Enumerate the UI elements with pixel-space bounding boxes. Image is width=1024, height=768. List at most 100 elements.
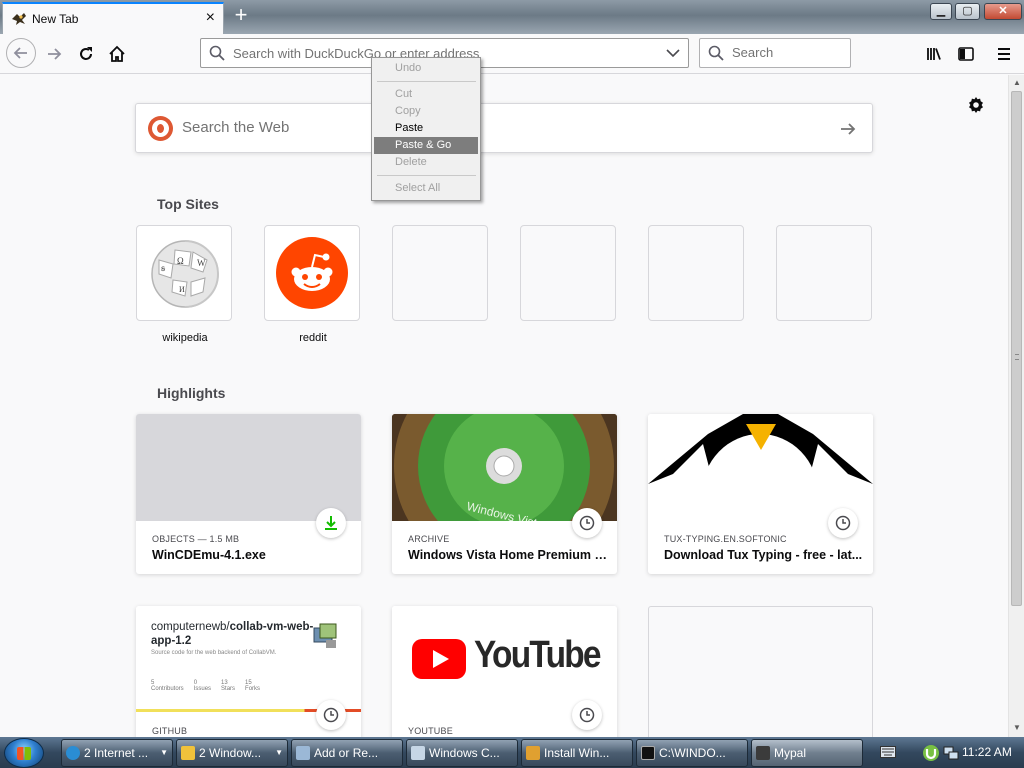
new-tab-button[interactable]: +: [230, 4, 252, 27]
dvd-disc-image: Windows Vista: [392, 414, 617, 521]
taskbar-item-mypal[interactable]: Mypal: [751, 739, 863, 767]
back-arrow-icon: [13, 47, 27, 59]
highlight-card[interactable]: TUX-TYPING.EN.SOFTONIC Download Tux Typi…: [648, 414, 873, 574]
search-input[interactable]: [732, 45, 842, 60]
highlight-card[interactable]: Windows Vista ARCHIVE Windows Vista Home…: [392, 414, 617, 574]
clock-icon: [579, 707, 595, 723]
menu-item-undo: Undo: [395, 62, 422, 74]
top-site-placeholder[interactable]: [776, 225, 872, 321]
arrow-right-icon[interactable]: [838, 119, 858, 139]
duckduckgo-logo-icon: [148, 116, 173, 141]
card-thumbnail: Windows Vista: [392, 414, 617, 521]
card-title: Download Tux Typing - free - lat...: [664, 548, 863, 562]
chevron-down-icon[interactable]: [666, 47, 680, 59]
forward-arrow-icon: [48, 48, 62, 60]
menu-item-cut: Cut: [395, 88, 413, 100]
mypal-favicon-icon: [12, 13, 26, 25]
minimize-window-button[interactable]: ▁: [930, 3, 952, 20]
card-context: OBJECTS — 1.5 MB: [152, 534, 240, 544]
card-badge: [572, 700, 602, 730]
library-button[interactable]: [920, 40, 948, 68]
title-bar: New Tab × + ▁ ▢ ✕: [0, 0, 1024, 34]
highlight-placeholder: [648, 606, 873, 737]
repo-description: Source code for the web backend of Colla…: [151, 650, 277, 656]
library-icon: [927, 48, 941, 60]
menu-item-copy: Copy: [395, 105, 421, 117]
highlight-card[interactable]: computernewb/collab-vm-web-app-1.2 Sourc…: [136, 606, 361, 737]
search-icon: [708, 45, 724, 61]
top-sites-heading: Top Sites: [157, 196, 219, 212]
clock-icon: [579, 515, 595, 531]
mypal-icon: [756, 746, 770, 760]
scroll-up-icon[interactable]: ▲: [1012, 78, 1022, 88]
scrollbar-thumb[interactable]: [1011, 91, 1022, 606]
card-context: TUX-TYPING.EN.SOFTONIC: [664, 534, 787, 544]
navigation-toolbar: [0, 34, 1024, 74]
installer-icon: [526, 746, 540, 760]
forward-button[interactable]: [40, 40, 68, 68]
scroll-down-icon[interactable]: ▼: [1012, 723, 1022, 733]
vertical-scrollbar[interactable]: ▲ ▼: [1008, 75, 1024, 737]
search-box[interactable]: [699, 38, 851, 68]
wikipedia-globe-icon: Ω W ꞩ И: [151, 240, 219, 308]
taskbar-item-add-remove[interactable]: Add or Re...: [291, 739, 403, 767]
keyboard-icon[interactable]: [880, 746, 896, 758]
web-search-box[interactable]: [135, 103, 873, 153]
home-icon: [109, 45, 125, 62]
highlight-card[interactable]: OBJECTS — 1.5 MB WinCDEmu-4.1.exe: [136, 414, 361, 574]
top-site-placeholder[interactable]: [392, 225, 488, 321]
repo-stat: 13 Stars: [221, 680, 236, 692]
card-title: WinCDEmu-4.1.exe: [152, 548, 266, 562]
repo-stat: 15 Forks: [245, 680, 261, 692]
card-thumbnail: computernewb/collab-vm-web-app-1.2 Sourc…: [136, 606, 361, 713]
menu-separator: [377, 81, 476, 82]
top-site-reddit[interactable]: reddit: [264, 225, 360, 344]
hamburger-menu-icon: [998, 48, 1010, 60]
taskbar-clock[interactable]: 11:22 AM: [962, 745, 1012, 759]
taskbar-item-cmd[interactable]: C:\WINDO...: [636, 739, 748, 767]
gear-icon[interactable]: [966, 95, 986, 115]
taskbar-item-install-windows[interactable]: Install Win...: [521, 739, 633, 767]
network-icon[interactable]: [943, 745, 959, 761]
repo-avatar-icon: [312, 622, 340, 650]
svg-text:И: И: [179, 285, 185, 294]
home-button[interactable]: [103, 40, 131, 68]
top-site-label: reddit: [299, 332, 327, 344]
reload-icon: [80, 47, 92, 60]
youtube-play-icon: [412, 639, 466, 679]
taskbar-item-windows-components[interactable]: Windows C...: [406, 739, 518, 767]
top-site-placeholder[interactable]: [648, 225, 744, 321]
menu-button[interactable]: [990, 40, 1018, 68]
maximize-window-button[interactable]: ▢: [955, 3, 980, 20]
card-thumbnail: YouTube: [392, 606, 617, 713]
menu-item-paste[interactable]: Paste: [374, 120, 478, 137]
folder-icon: [181, 746, 195, 760]
svg-text:Ω: Ω: [177, 256, 184, 266]
card-badge: [828, 508, 858, 538]
reload-button[interactable]: [72, 40, 100, 68]
new-tab-page: Top Sites Ω W ꞩ И wikipedia reddit H: [0, 75, 1008, 737]
close-tab-icon[interactable]: ×: [206, 10, 215, 26]
menu-item-paste-and-go[interactable]: Paste & Go: [374, 137, 478, 154]
back-button[interactable]: [6, 38, 36, 68]
highlights-heading: Highlights: [157, 385, 226, 401]
repo-stat: 0 Issues: [193, 680, 212, 692]
card-badge: [572, 508, 602, 538]
sidebar-button[interactable]: [952, 40, 980, 68]
card-context: YOUTUBE: [408, 726, 453, 736]
card-thumbnail: [648, 414, 873, 521]
web-search-input[interactable]: [182, 119, 782, 136]
taskbar-item-internet-explorer[interactable]: 2 Internet ... ▼: [61, 739, 173, 767]
top-site-placeholder[interactable]: [520, 225, 616, 321]
close-window-button[interactable]: ✕: [984, 3, 1022, 20]
utorrent-icon[interactable]: [922, 744, 940, 762]
repo-stat: 5 Contributors: [151, 680, 184, 692]
ie-icon: [66, 746, 80, 760]
card-badge: [316, 700, 346, 730]
taskbar-item-windows-explorer[interactable]: 2 Window... ▼: [176, 739, 288, 767]
tab-new-tab[interactable]: New Tab ×: [2, 2, 224, 34]
start-button[interactable]: [4, 738, 44, 768]
highlight-card[interactable]: YouTube YOUTUBE: [392, 606, 617, 737]
windows-logo-icon: [17, 747, 31, 760]
top-site-wikipedia[interactable]: Ω W ꞩ И wikipedia: [136, 225, 232, 344]
